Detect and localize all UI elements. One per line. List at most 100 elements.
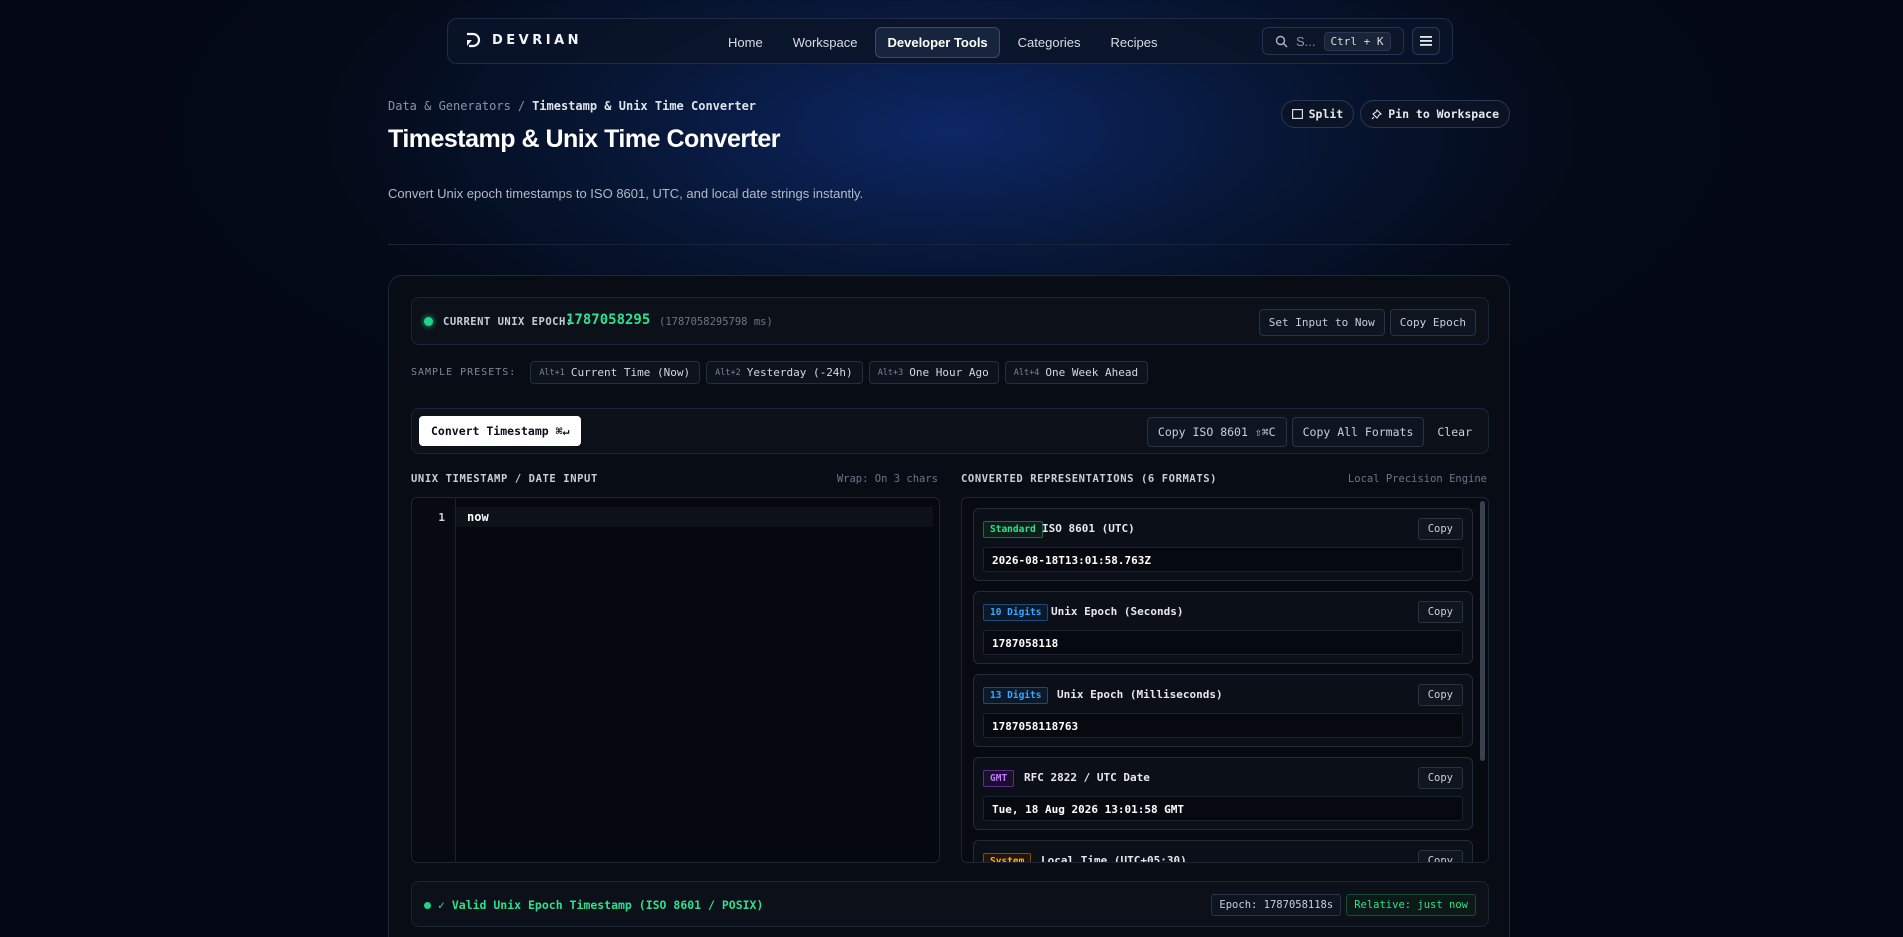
preset-label: One Week Ahead	[1045, 366, 1139, 379]
pin-label: Pin to Workspace	[1388, 107, 1499, 121]
preset-shortcut: Alt+4	[1013, 367, 1040, 378]
copy-iso-button[interactable]: Copy ISO 8601 ⇧⌘C	[1146, 417, 1287, 447]
live-indicator-dot	[424, 317, 433, 326]
result-value[interactable]: 1787058118763	[983, 713, 1463, 738]
result-badge: Standard	[983, 521, 1043, 538]
nav-categories[interactable]: Categories	[1006, 27, 1093, 58]
result-title: RFC 2822 / UTC Date	[1024, 771, 1150, 784]
current-epoch-bar: CURRENT UNIX EPOCH: 1787058295 (17870582…	[411, 297, 1489, 345]
copy-button[interactable]: Copy	[1417, 684, 1463, 706]
result-badge: 10 Digits	[983, 604, 1049, 621]
brand-logo[interactable]: DEVRIAN	[464, 31, 582, 49]
result-title: Unix Epoch (Milliseconds)	[1057, 688, 1223, 701]
header-actions: Split Pin to Workspace	[1280, 100, 1510, 128]
preset-shortcut: Alt+2	[715, 367, 741, 378]
pin-to-workspace-button[interactable]: Pin to Workspace	[1360, 100, 1510, 128]
preset-label: Current Time (Now)	[570, 366, 691, 379]
nav-recipes[interactable]: Recipes	[1099, 27, 1170, 58]
sample-presets: SAMPLE PRESETS: Alt+1 Current Time (Now)…	[411, 361, 1149, 384]
preset-current-time[interactable]: Alt+1 Current Time (Now)	[530, 361, 701, 384]
split-icon	[1291, 109, 1303, 119]
current-epoch-value: 1787058295	[566, 312, 651, 328]
result-rfc2822: GMT RFC 2822 / UTC Date Copy Tue, 18 Aug…	[973, 757, 1473, 830]
search-input[interactable]: S... Ctrl + K	[1262, 27, 1404, 55]
result-badge: GMT	[983, 770, 1015, 787]
input-meta: Wrap: On 3 chars	[836, 473, 938, 485]
result-iso8601: Standard ISO 8601 (UTC) Copy 2026-08-18T…	[973, 508, 1473, 581]
relative-time-pill: Relative: just now	[1346, 894, 1476, 916]
copy-all-formats-button[interactable]: Copy All Formats	[1291, 417, 1425, 447]
current-epoch-ms: (1787058295798 ms)	[659, 316, 773, 328]
result-title: Unix Epoch (Seconds)	[1051, 605, 1184, 618]
search-shortcut-badge: Ctrl + K	[1323, 31, 1391, 51]
page-description: Convert Unix epoch timestamps to ISO 860…	[388, 186, 864, 201]
current-epoch-label: CURRENT UNIX EPOCH:	[443, 316, 573, 328]
input-section-label: UNIX TIMESTAMP / DATE INPUT	[411, 473, 598, 485]
result-local-time: System Local Time (UTC+05:30) Copy	[973, 840, 1473, 863]
set-input-to-now-button[interactable]: Set Input to Now	[1258, 309, 1385, 336]
result-unix-seconds: 10 Digits Unix Epoch (Seconds) Copy 1787…	[973, 591, 1473, 664]
breadcrumb: Data & Generators / Timestamp & Unix Tim…	[388, 99, 756, 113]
status-dot	[424, 902, 431, 909]
line-gutter: 1	[412, 498, 456, 862]
breadcrumb-current: Timestamp & Unix Time Converter	[532, 99, 757, 113]
epoch-actions: Set Input to Now Copy Epoch	[1258, 309, 1476, 336]
nav-developer-tools[interactable]: Developer Tools	[875, 27, 1000, 58]
breadcrumb-parent[interactable]: Data & Generators	[388, 99, 511, 113]
preset-one-hour-ago[interactable]: Alt+3 One Hour Ago	[868, 361, 999, 384]
output-meta: Local Precision Engine	[1347, 473, 1487, 485]
converter-panel: CURRENT UNIX EPOCH: 1787058295 (17870582…	[388, 275, 1510, 937]
preset-one-week-ahead[interactable]: Alt+4 One Week Ahead	[1004, 361, 1149, 384]
active-line-highlight	[456, 507, 933, 527]
devrian-logo-icon	[467, 32, 481, 48]
preset-label: One Hour Ago	[909, 366, 989, 379]
page-title: Timestamp & Unix Time Converter	[388, 125, 781, 153]
result-badge: 13 Digits	[983, 687, 1049, 704]
presets-label: SAMPLE PRESETS:	[411, 367, 517, 378]
copy-button[interactable]: Copy	[1417, 850, 1463, 862]
split-label: Split	[1308, 107, 1344, 121]
nav-home[interactable]: Home	[716, 27, 775, 58]
output-section-label: CONVERTED REPRESENTATIONS (6 FORMATS)	[961, 473, 1218, 485]
menu-button[interactable]	[1412, 27, 1440, 55]
action-toolbar: Convert Timestamp ⌘↵ Copy ISO 8601 ⇧⌘C C…	[411, 408, 1489, 454]
timestamp-input-editor[interactable]: 1 now	[411, 497, 940, 863]
results-scrollbar[interactable]	[1480, 501, 1485, 761]
result-badge: System	[983, 853, 1032, 862]
top-nav: DEVRIAN Home Workspace Developer Tools C…	[447, 18, 1453, 64]
copy-epoch-button[interactable]: Copy Epoch	[1389, 309, 1476, 336]
input-text[interactable]: now	[467, 510, 489, 524]
result-unix-milliseconds: 13 Digits Unix Epoch (Milliseconds) Copy…	[973, 674, 1473, 747]
pin-icon	[1371, 108, 1383, 119]
copy-button[interactable]: Copy	[1417, 518, 1463, 540]
nav-workspace[interactable]: Workspace	[781, 27, 870, 58]
header-divider	[388, 244, 1510, 245]
convert-timestamp-button[interactable]: Convert Timestamp ⌘↵	[419, 416, 582, 446]
copy-button[interactable]: Copy	[1417, 767, 1463, 789]
breadcrumb-separator: /	[517, 99, 526, 113]
search-placeholder: S...	[1296, 33, 1316, 49]
clear-button[interactable]: Clear	[1429, 418, 1480, 446]
result-value[interactable]: 1787058118	[983, 630, 1463, 655]
result-title: ISO 8601 (UTC)	[1042, 522, 1135, 535]
nav-links: Home Workspace Developer Tools Categorie…	[716, 27, 1170, 58]
validation-status-text: ✓ Valid Unix Epoch Timestamp (ISO 8601 /…	[438, 898, 764, 912]
converted-results-list[interactable]: Standard ISO 8601 (UTC) Copy 2026-08-18T…	[961, 497, 1489, 863]
result-value[interactable]: Tue, 18 Aug 2026 13:01:58 GMT	[983, 796, 1463, 821]
copy-button[interactable]: Copy	[1417, 601, 1463, 623]
toolbar-right: Copy ISO 8601 ⇧⌘C Copy All Formats Clear	[1146, 417, 1480, 447]
validation-status-bar: ✓ Valid Unix Epoch Timestamp (ISO 8601 /…	[411, 881, 1489, 927]
split-button[interactable]: Split	[1280, 100, 1355, 128]
brand-name: DEVRIAN	[492, 32, 583, 48]
hamburger-icon	[1420, 36, 1432, 46]
search-icon	[1275, 35, 1288, 47]
preset-shortcut: Alt+3	[877, 367, 904, 378]
line-number: 1	[438, 511, 445, 524]
preset-label: Yesterday (-24h)	[746, 366, 853, 379]
preset-yesterday[interactable]: Alt+2 Yesterday (-24h)	[706, 361, 863, 384]
epoch-seconds-pill: Epoch: 1787058118s	[1211, 894, 1342, 916]
status-pills: Epoch: 1787058118s Relative: just now	[1211, 894, 1476, 916]
result-value[interactable]: 2026-08-18T13:01:58.763Z	[983, 547, 1463, 572]
preset-shortcut: Alt+1	[539, 367, 565, 378]
result-title: Local Time (UTC+05:30)	[1041, 854, 1187, 863]
